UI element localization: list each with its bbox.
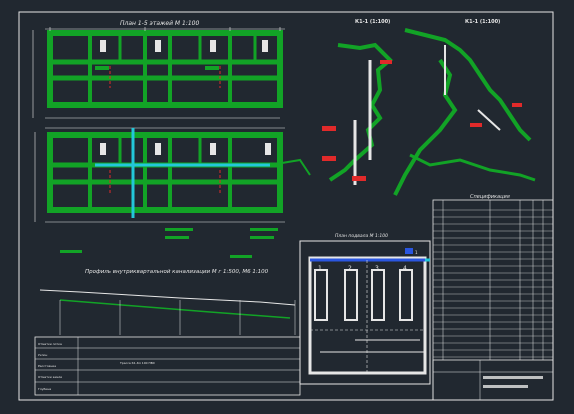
room-number-1: 1 [318, 265, 322, 272]
basement-tag: 1 [415, 250, 418, 255]
profile-row-5: Глубина [38, 387, 51, 391]
iso2-title: К1-1 (1:100) [465, 19, 500, 25]
basement-plan: План подвала М 1:100 1 2 3 4 1 [299, 233, 431, 385]
floor-plan-upper: План 1-5 этажей М 1:100 [32, 20, 285, 119]
drawing-sheet: План 1-5 этажей М 1:100 К1-1 (1:100) К1-… [18, 11, 554, 401]
spec-rows [433, 209, 553, 358]
room-number-2: 2 [348, 265, 352, 272]
profile-row-3: Расстояние [38, 364, 56, 368]
plan-title: План 1-5 этажей М 1:100 [120, 20, 199, 27]
profile-row-1: Отметки лотка [38, 342, 62, 346]
profile-row-4: Отметки земли [38, 375, 62, 379]
room-number-3: 3 [375, 265, 379, 272]
basement-title: План подвала М 1:100 [335, 233, 388, 239]
sheet-frame [18, 11, 554, 401]
isometric-scheme-1: К1-1 (1:100) [322, 19, 393, 185]
isometric-scheme-2: К1-1 (1:100) [393, 19, 536, 196]
room-number-4: 4 [403, 265, 407, 272]
sewer-profile: Профиль внутриквартальной канализации М … [34, 269, 301, 396]
profile-bottom-title: Трасса К1-Кл 100 ПВХ [119, 361, 155, 365]
profile-row-2: Уклон [38, 353, 47, 357]
spec-title: Спецификация [470, 194, 510, 200]
specification-table: Спецификация [432, 194, 554, 401]
profile-title: Профиль внутриквартальной канализации М … [85, 269, 269, 275]
iso1-title: К1-1 (1:100) [355, 19, 390, 25]
floor-plan-lower [34, 127, 311, 258]
